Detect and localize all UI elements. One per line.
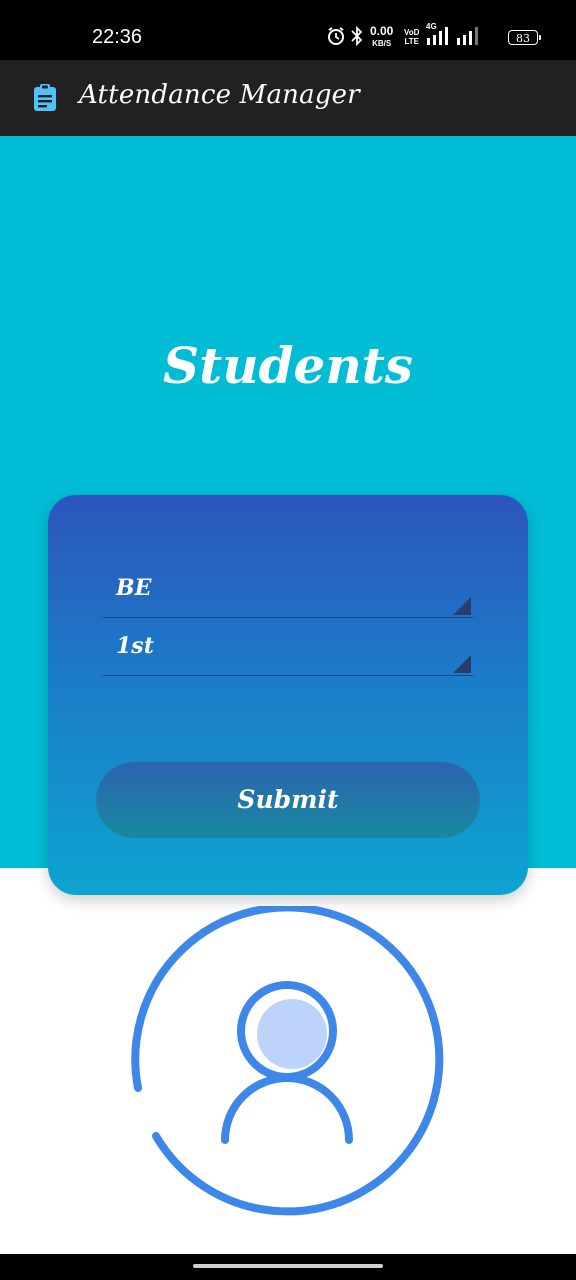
dropdown-arrow-icon — [453, 597, 471, 615]
navigation-bar — [0, 1254, 576, 1280]
status-time: 22:36 — [92, 26, 143, 48]
bluetooth-icon — [350, 25, 364, 51]
volte-top: VoD — [404, 28, 420, 37]
status-bar: 22:36 0.00 KB/S VoD LTE 4G 83 — [0, 0, 576, 60]
alarm-icon — [326, 26, 346, 51]
app-title: Attendance Manager — [79, 80, 360, 110]
year-select-value: 1st — [116, 633, 154, 659]
signal-icon-1: 4G — [426, 22, 450, 51]
net-speed-unit: KB/S — [372, 39, 392, 48]
net-speed: 0.00 KB/S — [370, 24, 394, 49]
user-avatar-icon — [130, 903, 446, 1222]
clipboard-icon — [33, 84, 57, 112]
page-title: Students — [163, 336, 413, 395]
course-select[interactable]: BE — [103, 561, 473, 618]
volte-badge: VoD LTE — [404, 28, 419, 46]
course-select-value: BE — [116, 575, 152, 601]
network-type: 4G — [426, 22, 437, 31]
year-select[interactable]: 1st — [103, 619, 473, 676]
submit-button[interactable]: Submit — [96, 762, 480, 838]
net-speed-value: 0.00 — [370, 24, 394, 38]
selection-card: BE 1st Submit — [48, 495, 528, 895]
volte-bottom: LTE — [404, 37, 419, 46]
battery-indicator: 83 — [508, 30, 541, 45]
app-bar: Attendance Manager — [0, 60, 576, 136]
status-icons: 0.00 KB/S VoD LTE 4G 83 — [326, 22, 541, 51]
battery-level: 83 — [516, 32, 530, 45]
signal-icon-2 — [456, 26, 478, 51]
home-gesture-handle[interactable] — [193, 1264, 383, 1268]
dropdown-arrow-icon — [453, 655, 471, 673]
